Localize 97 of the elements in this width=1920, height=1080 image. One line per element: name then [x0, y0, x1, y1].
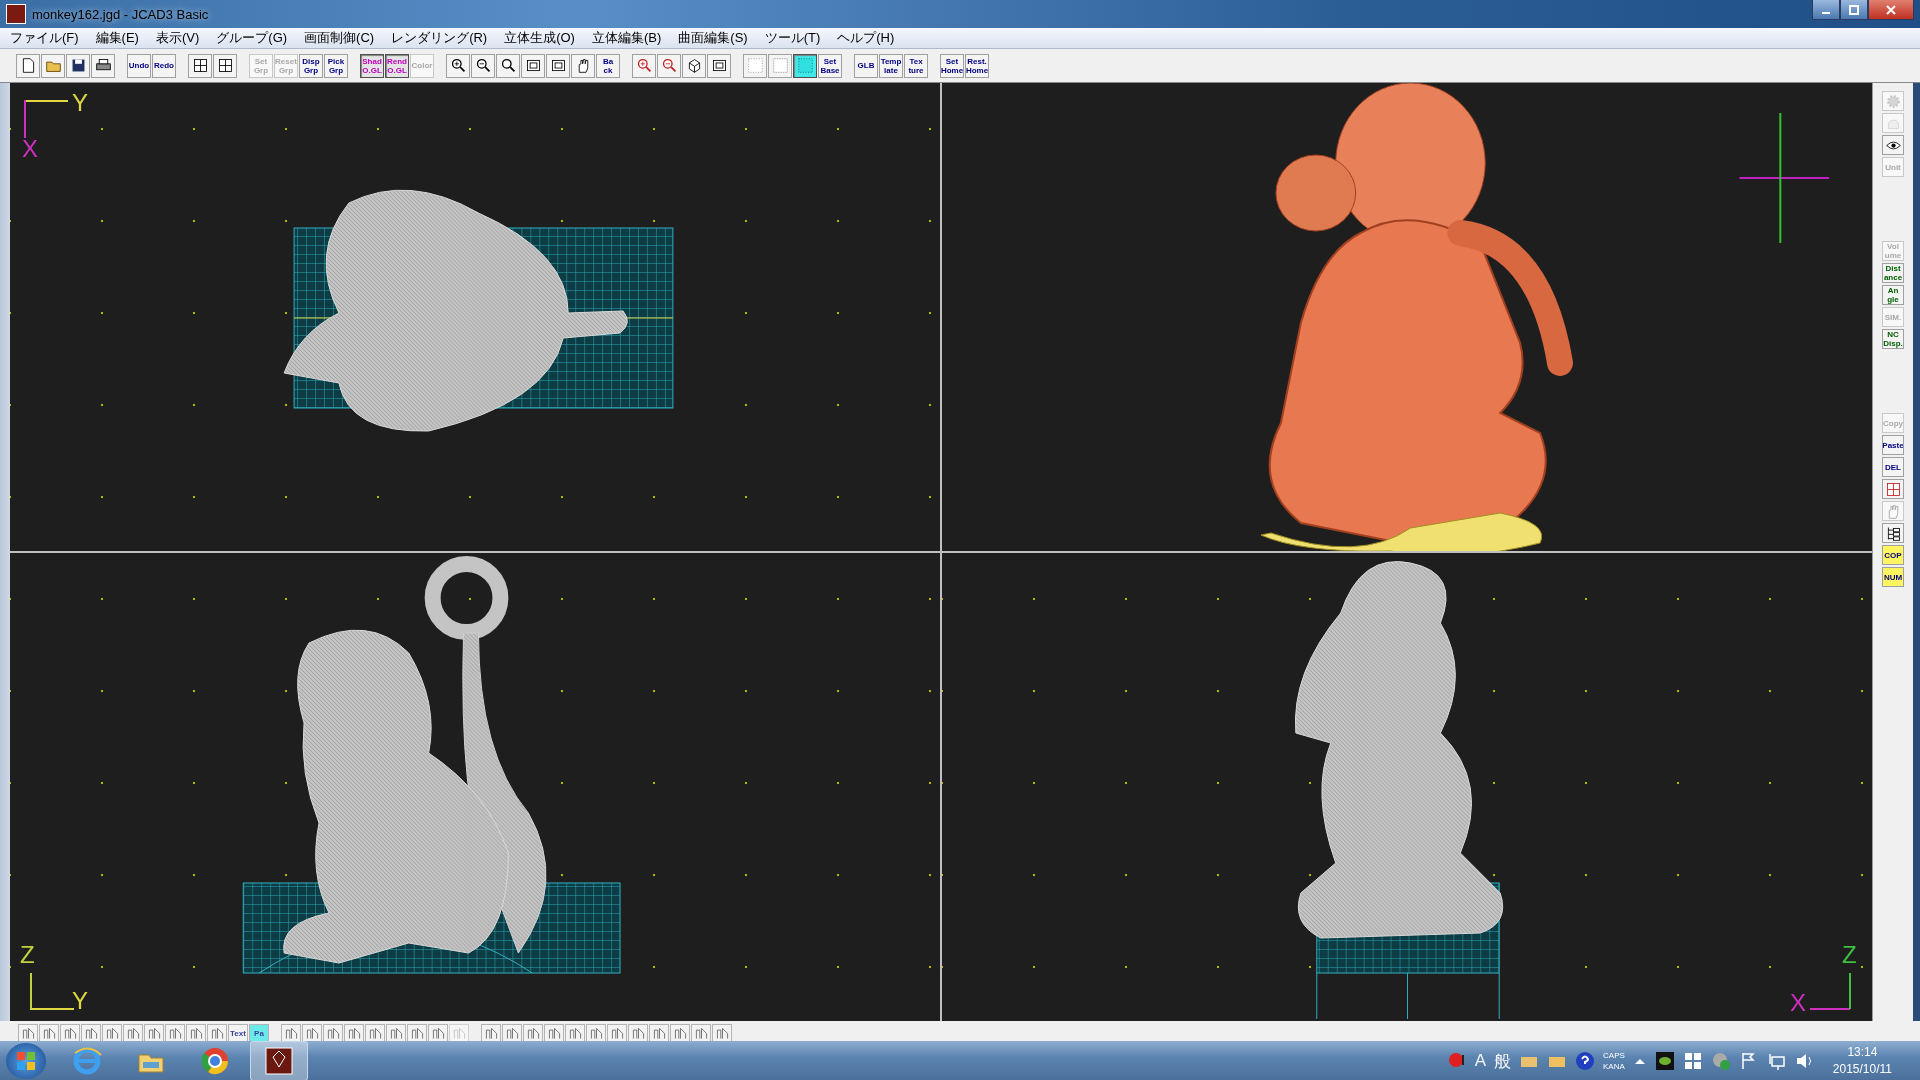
toolbar-button[interactable]: Rend O.GL [385, 53, 409, 78]
toolbar-button[interactable] [1882, 523, 1904, 543]
maximize-icon [1849, 4, 1859, 15]
gear-icon [1884, 92, 1902, 110]
toolbar-button[interactable] [793, 53, 817, 78]
windows-flag-icon[interactable] [1682, 1051, 1703, 1071]
toolbar-button[interactable] [471, 53, 495, 78]
viewport[interactable] [942, 83, 1872, 551]
dots-icon [746, 57, 764, 74]
gpu-icon[interactable] [1654, 1051, 1675, 1071]
toolbar-button[interactable] [707, 53, 731, 78]
frame-icon [524, 57, 542, 74]
grid-panel-icon [1884, 480, 1902, 498]
toolbar-button[interactable]: Pick Grp [324, 53, 348, 78]
menu-item[interactable]: グループ(G) [214, 29, 290, 47]
close-icon [1885, 4, 1897, 15]
magnifier-icon [499, 57, 517, 74]
toolbar-button[interactable]: Redo [152, 53, 176, 78]
toolbar-button[interactable] [66, 53, 90, 78]
square-frame-icon [710, 57, 728, 74]
axis-label: Z [20, 943, 35, 967]
browser-icon [199, 1045, 231, 1077]
toolbar-button[interactable]: An gle [1882, 285, 1904, 305]
windows-logo-icon [16, 1051, 36, 1071]
app-logo-icon [6, 4, 26, 24]
zoom-in-icon [449, 57, 467, 74]
toolbar-button[interactable] [521, 53, 545, 78]
toolbar-button[interactable]: Set Base [818, 53, 842, 78]
axis-label: Y [72, 91, 88, 115]
toolbar-button[interactable] [16, 53, 40, 78]
toolbar-button[interactable]: Paste [1882, 435, 1904, 455]
toolbar-button[interactable] [1882, 135, 1904, 155]
toolbar-button[interactable]: Temp late [879, 53, 903, 78]
toolbar-button[interactable]: Set Home [940, 53, 964, 78]
toolbar-button[interactable]: Shad O.GL [360, 53, 384, 78]
menu-item[interactable]: 立体編集(B) [589, 29, 664, 47]
toolbar-button[interactable]: Rest. Home [965, 53, 989, 78]
zoom-out-alt-icon [660, 57, 678, 74]
toolbar-button[interactable] [91, 53, 115, 78]
dots-dense-icon [771, 57, 789, 74]
toolbar-button[interactable]: DEL [1882, 457, 1904, 477]
axis-label: Y [72, 989, 88, 1013]
taskbar-app[interactable] [250, 1041, 308, 1080]
toolbar-button[interactable] [213, 53, 237, 78]
window-title: monkey162.jgd - JCAD3 Basic [32, 6, 210, 22]
maximize-button[interactable] [1840, 0, 1868, 20]
menu-item[interactable]: ファイル(F) [8, 29, 81, 47]
minimize-icon [1822, 11, 1830, 14]
toolbar-button[interactable] [682, 53, 706, 78]
toolbar-button[interactable]: NC Disp. [1882, 329, 1904, 349]
start-button[interactable] [6, 1043, 46, 1079]
table-icon [191, 57, 209, 74]
viewport[interactable]: X Z [942, 553, 1872, 1021]
caps-indicator: CAPS [1603, 1050, 1625, 1061]
axis-label: Z [1842, 943, 1857, 967]
kana-indicator: KANA [1603, 1061, 1625, 1072]
toolbar-button[interactable] [496, 53, 520, 78]
menu-item[interactable]: ヘルプ(H) [835, 29, 897, 47]
minimize-button[interactable] [1812, 0, 1840, 20]
menu-item[interactable]: 表示(V) [153, 29, 202, 47]
axis-label: X [22, 137, 38, 161]
diamond-logo-icon [263, 1045, 295, 1077]
toolbar-button[interactable]: GLB [854, 53, 878, 78]
toolbar-button[interactable]: Dist ance [1882, 263, 1904, 283]
toolbar-button[interactable]: Disp Grp [299, 53, 323, 78]
window-icon [216, 57, 234, 74]
toolbar-button[interactable] [546, 53, 570, 78]
close-button[interactable] [1868, 0, 1914, 20]
toolbar-button[interactable]: Pa [249, 1024, 269, 1041]
toolbar-button[interactable] [446, 53, 470, 78]
menu-item[interactable]: 立体生成(O) [502, 29, 577, 47]
menu-item[interactable]: ツール(T) [762, 29, 823, 47]
grid-fill-icon [796, 57, 814, 74]
zoom-out-icon [474, 57, 492, 74]
browser-e-icon [71, 1045, 103, 1077]
zoom-box-icon [549, 57, 567, 74]
viewport[interactable]: Y X [10, 83, 940, 551]
toolbar-button[interactable] [188, 53, 212, 78]
menu-item[interactable]: レンダリング(R) [389, 29, 490, 47]
menu-item[interactable]: 編集(E) [93, 29, 141, 47]
ime-mode[interactable]: A [1474, 1051, 1487, 1071]
viewport[interactable]: Y Z [10, 553, 940, 1021]
toolbar-button[interactable] [571, 53, 595, 78]
toolbar-button[interactable]: NUM [1882, 567, 1904, 587]
toolbar-button[interactable]: Ba ck [596, 53, 620, 78]
toolbar-button[interactable]: Tex ture [904, 53, 928, 78]
ime-name[interactable]: 般 [1494, 1049, 1512, 1073]
network-icon[interactable] [1766, 1051, 1787, 1071]
help-icon[interactable] [1575, 1051, 1596, 1071]
toolbar-button[interactable]: Undo [127, 53, 151, 78]
toolbar-button[interactable]: Text [228, 1024, 248, 1041]
clock-date[interactable]: 2015/10/11 [1832, 1061, 1892, 1078]
axis-label: X [1790, 991, 1806, 1015]
menu-item[interactable]: 曲面編集(S) [676, 29, 750, 47]
menu-item[interactable]: 画面制御(C) [302, 29, 377, 47]
zoom-in-alt-icon [635, 57, 653, 74]
toolbar-button[interactable]: COP [1882, 545, 1904, 565]
